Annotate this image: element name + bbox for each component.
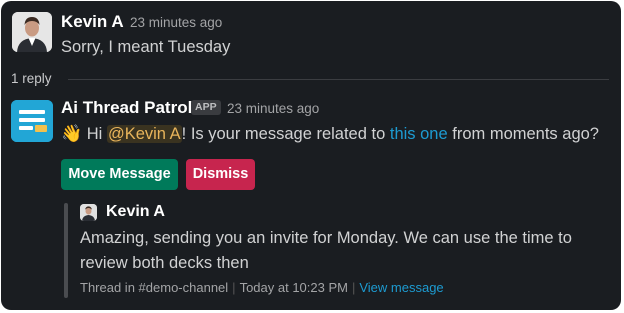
dismiss-button[interactable]: Dismiss [186,159,255,190]
bot-timestamp[interactable]: 23 minutes ago [227,101,319,116]
quoted-text-line-1: Amazing, sending you an invite for Monda… [80,229,572,247]
message-pane: Kevin A 23 minutes ago Sorry, I meant Tu… [1,1,621,310]
waving-hand-icon: 👋 [61,124,83,143]
kevin-avatar[interactable] [12,12,52,52]
quoted-timestamp[interactable]: Today at 10:23 PM [240,280,348,295]
thread-replies-divider: 1 reply [11,70,609,88]
thread-in-label: Thread in [80,280,135,295]
question-text: ! Is your message related to [181,125,386,143]
meta-separator: | [351,280,356,295]
related-message-link[interactable]: this one [390,125,448,143]
message-timestamp[interactable]: 23 minutes ago [130,15,222,30]
meta-separator: | [232,280,236,295]
bot-message-text: 👋 Hi @Kevin A! Is your message related t… [61,124,599,144]
bot-author[interactable]: Ai Thread Patrol [61,98,192,118]
quoted-meta: Thread in #demo-channel | Today at 10:23 P… [80,280,444,295]
message-text: Sorry, I meant Tuesday [61,38,231,56]
message-author[interactable]: Kevin A [61,12,124,32]
quoted-author-avatar[interactable] [80,204,97,221]
quoted-text-line-2: review both decks then [80,254,249,272]
app-badge: APP [191,100,221,115]
reply-count[interactable]: 1 reply [11,71,52,86]
user-mention[interactable]: @Kevin A [106,125,182,143]
hash-icon: # [138,280,146,295]
divider-line [68,79,609,80]
bot-avatar[interactable] [11,100,53,142]
question-end-text: from moments ago? [452,125,599,143]
channel-link[interactable]: demo-channel [146,280,228,295]
quote-bar [64,203,68,298]
move-message-button[interactable]: Move Message [61,159,178,190]
quoted-author[interactable]: Kevin A [106,203,165,221]
greeting-text: Hi [86,125,103,143]
thread-patrol-logo-icon [11,100,53,142]
view-message-link[interactable]: View message [359,280,443,295]
